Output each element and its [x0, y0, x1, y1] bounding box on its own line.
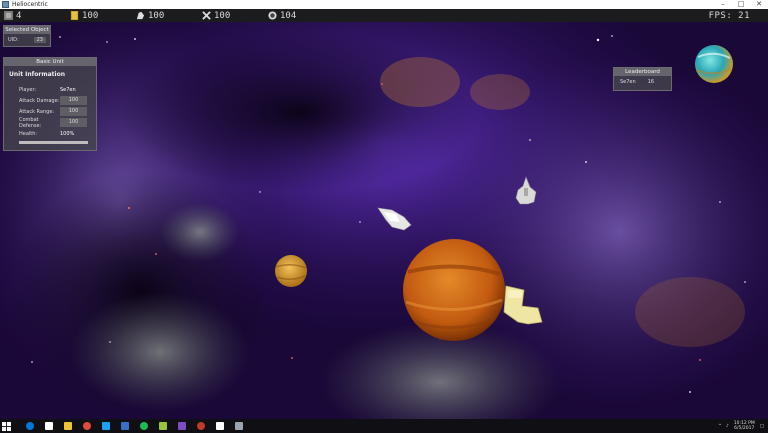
fps-counter: FPS: 21: [708, 10, 750, 21]
taskbar-app-6[interactable]: [137, 420, 150, 432]
taskbar-app-icon: [120, 422, 129, 430]
uid-row: UID: 23: [4, 34, 50, 46]
taskbar-app-4[interactable]: [99, 420, 112, 432]
tray-chevron-icon[interactable]: ^: [718, 424, 722, 429]
selected-object-panel: Selected Object UID: 23: [3, 25, 51, 47]
close-button[interactable]: ✕: [750, 0, 768, 9]
combat-defense-label: Combat Defense:: [19, 116, 42, 129]
system-tray: ^ ♪ 10:12 PM 6/5/2017 □: [718, 421, 768, 431]
leaderboard-header: Leaderboard: [614, 68, 671, 76]
taskbar-app-5[interactable]: [118, 420, 131, 432]
taskbar-app-icon: [82, 422, 91, 430]
taskbar-app-3[interactable]: [80, 420, 93, 432]
volume-icon[interactable]: ♪: [726, 424, 729, 429]
orange-planet[interactable]: [403, 239, 505, 341]
leaderboard-player-name: Se7en: [620, 79, 636, 85]
taskbar-app-2[interactable]: [61, 420, 74, 432]
energy-icon: [268, 11, 277, 20]
gold-value: 100: [82, 10, 99, 21]
windows-taskbar: ^ ♪ 10:12 PM 6/5/2017 □: [0, 419, 768, 433]
combat-defense-row: Combat Defense: 100: [4, 116, 96, 129]
taskbar-app-icon: [63, 422, 72, 430]
taskbar-app-8[interactable]: [175, 420, 188, 432]
attack-range-row: Attack Range: 100: [4, 106, 96, 117]
taskbar-app-icon: [44, 422, 53, 430]
resource-population: 4: [4, 11, 66, 21]
taskbar-app-icon: [177, 422, 186, 430]
ore-icon: [136, 11, 145, 20]
ore-value: 100: [148, 10, 165, 21]
clock-date: 6/5/2017: [734, 426, 755, 431]
tools-icon: [202, 11, 211, 20]
health-label: Health:: [19, 130, 38, 137]
taskbar-app-icon: [139, 422, 148, 430]
taskbar-app-icon: [215, 422, 224, 430]
taskbar-app-icon: [101, 422, 110, 430]
start-button[interactable]: [0, 420, 13, 432]
uid-value: 23: [33, 37, 46, 43]
taskbar-app-1[interactable]: [42, 420, 55, 432]
population-icon: [4, 11, 13, 20]
minimize-button[interactable]: –: [714, 0, 732, 9]
taskbar-app-9[interactable]: [194, 420, 207, 432]
unit-panel-header: Basic Unit: [4, 58, 96, 66]
resource-ore: 100: [136, 11, 198, 21]
energy-value: 104: [280, 10, 297, 21]
taskbar-apps: [23, 420, 251, 432]
taskbar-app-icon: [196, 422, 205, 430]
attack-range-label: Attack Range:: [19, 108, 55, 115]
player-row: Player: Se7en: [4, 84, 96, 95]
uid-label: UID:: [8, 37, 19, 43]
window-title: Heliocentric: [12, 1, 48, 8]
leaderboard-player-score: 16: [647, 79, 655, 85]
maximize-button[interactable]: □: [732, 0, 750, 9]
tools-value: 100: [214, 10, 231, 21]
window-title-bar: Heliocentric – □ ✕: [0, 0, 768, 9]
taskbar-app-icon: [234, 422, 243, 430]
notifications-icon[interactable]: □: [760, 424, 764, 429]
health-bar-fill: [19, 141, 88, 144]
player-label: Player:: [19, 86, 37, 93]
enemy-ship-unit[interactable]: [515, 176, 537, 205]
taskbar-app-icon: [158, 422, 167, 430]
resource-gold: 100: [70, 11, 132, 21]
combat-defense-value: 100: [60, 118, 87, 127]
leaderboard-entry: Se7en 16: [614, 76, 671, 88]
taskbar-app-7[interactable]: [156, 420, 169, 432]
player-ship-unit[interactable]: [377, 207, 412, 231]
player-value: Se7en: [60, 86, 76, 93]
taskbar-app-10[interactable]: [213, 420, 226, 432]
resource-tools: 100: [202, 11, 264, 21]
taskbar-app-icon: [25, 422, 34, 430]
taskbar-clock[interactable]: 10:12 PM 6/5/2017: [734, 421, 755, 431]
yellow-planet[interactable]: [275, 255, 307, 287]
population-value: 4: [16, 10, 22, 21]
gold-icon: [70, 11, 79, 20]
taskbar-app-11[interactable]: [232, 420, 245, 432]
health-bar: [19, 141, 88, 144]
leaderboard-panel: Leaderboard Se7en 16: [613, 67, 672, 91]
health-value: 100%: [60, 130, 75, 137]
unit-information-title: Unit Information: [9, 71, 65, 78]
attack-damage-label: Attack Damage:: [19, 97, 60, 104]
attack-range-value: 100: [60, 107, 87, 116]
teal-planet[interactable]: [695, 45, 733, 83]
space-station-unit[interactable]: [503, 285, 543, 325]
windows-logo-icon: [2, 421, 11, 431]
unit-info-panel: Basic Unit Unit Information Player: Se7e…: [3, 57, 97, 151]
selected-object-header: Selected Object: [4, 26, 50, 34]
resource-energy: 104: [268, 11, 330, 21]
taskbar-app-0[interactable]: [23, 420, 36, 432]
resource-bar: 4 100 100 100 104 FPS: 21: [0, 9, 768, 22]
health-row: Health: 100%: [4, 128, 96, 139]
attack-damage-row: Attack Damage: 100: [4, 95, 96, 106]
attack-damage-value: 100: [60, 96, 87, 105]
app-icon: [2, 1, 9, 8]
